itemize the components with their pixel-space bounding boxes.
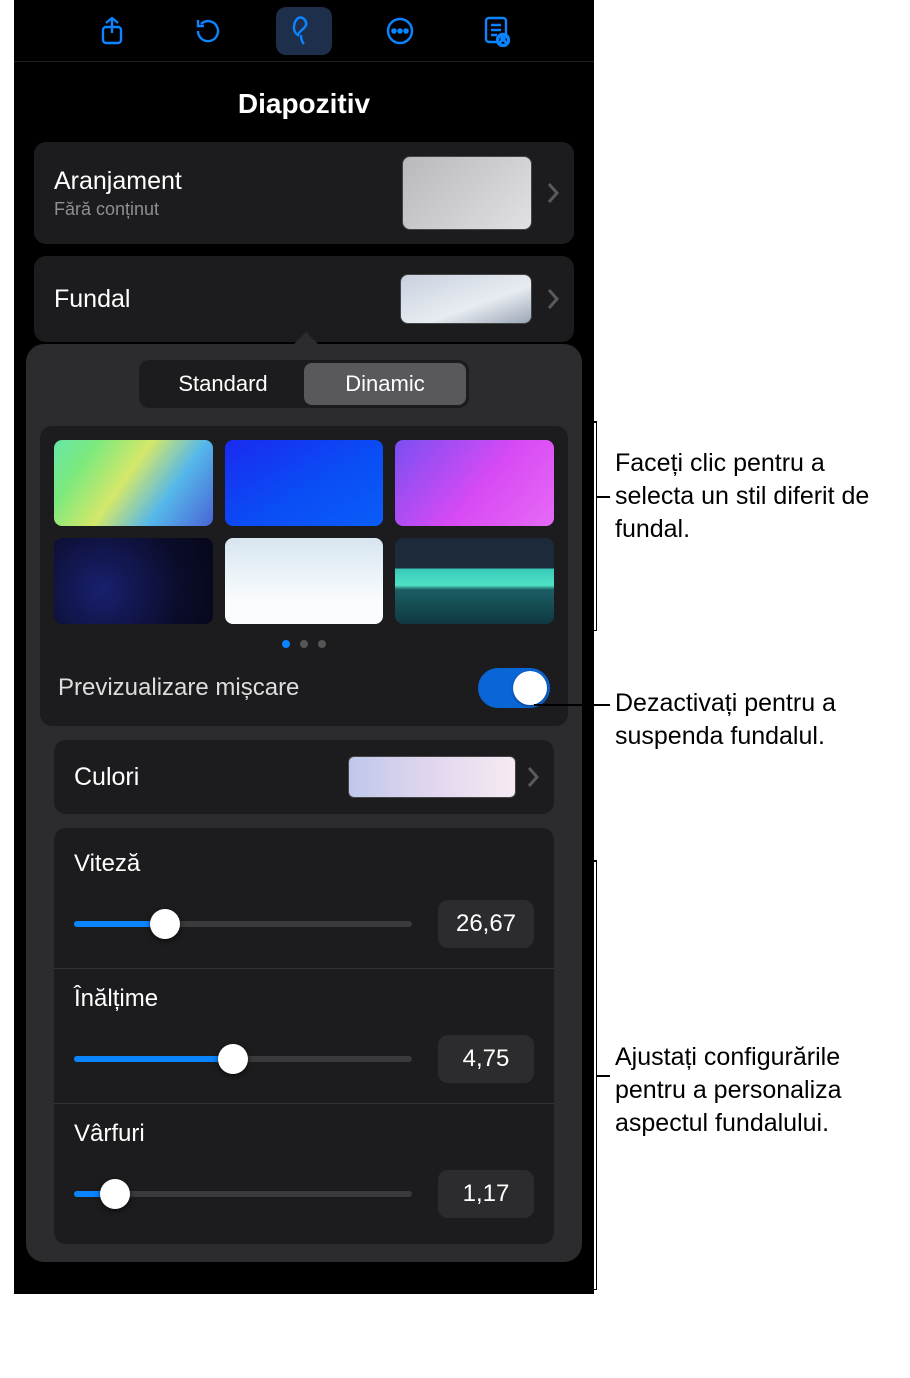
callout-lead	[534, 704, 610, 706]
speed-value[interactable]: 26,67	[438, 900, 534, 948]
callout-styles: Faceți clic pentru a selecta un stil dif…	[615, 447, 885, 546]
background-row[interactable]: Fundal	[34, 256, 574, 342]
bg-style-swatch[interactable]	[395, 440, 554, 526]
height-label: Înălțime	[74, 985, 534, 1013]
undo-button[interactable]	[180, 7, 236, 55]
segment-dynamic[interactable]: Dinamic	[304, 363, 466, 405]
colors-label: Culori	[74, 763, 348, 792]
presenter-notes-button[interactable]	[468, 7, 524, 55]
preview-motion-label: Previzualizare mișcare	[58, 674, 299, 702]
height-slider[interactable]	[74, 1056, 412, 1062]
callout-toggle: Dezactivați pentru a suspenda fundalul.	[615, 687, 905, 753]
arrangement-row[interactable]: Aranjament Fără conținut	[34, 142, 574, 244]
segment-standard[interactable]: Standard	[142, 363, 304, 405]
background-styles-grid	[54, 440, 554, 624]
speed-slider[interactable]	[74, 921, 412, 927]
inspector-panel: Diapozitiv Aranjament Fără conținut Fund…	[14, 0, 594, 1294]
background-label: Fundal	[54, 285, 400, 314]
callout-lead	[596, 1075, 610, 1077]
background-thumbnail	[400, 274, 532, 324]
page-dot[interactable]	[300, 640, 308, 648]
toolbar	[14, 0, 594, 62]
share-button[interactable]	[84, 7, 140, 55]
peaks-row: Vârfuri 1,17	[54, 1104, 554, 1238]
format-brush-button[interactable]	[276, 7, 332, 55]
bg-style-swatch[interactable]	[395, 538, 554, 624]
arrangement-sublabel: Fără conținut	[54, 199, 402, 220]
arrangement-thumbnail	[402, 156, 532, 230]
bg-style-swatch[interactable]	[225, 538, 384, 624]
preview-motion-toggle[interactable]	[478, 668, 550, 708]
chevron-right-icon	[526, 766, 540, 788]
callout-bracket	[596, 421, 597, 631]
peaks-value[interactable]: 1,17	[438, 1170, 534, 1218]
page-dots[interactable]	[54, 640, 554, 648]
callout-lead	[596, 496, 610, 498]
bg-style-swatch[interactable]	[225, 440, 384, 526]
colors-thumbnail	[348, 756, 516, 798]
page-dot[interactable]	[318, 640, 326, 648]
height-row: Înălțime 4,75	[54, 969, 554, 1104]
arrangement-label: Aranjament	[54, 167, 402, 196]
chevron-right-icon	[546, 182, 560, 204]
speed-label: Viteză	[74, 850, 534, 878]
bg-style-swatch[interactable]	[54, 440, 213, 526]
background-styles-card: Previzualizare mișcare	[40, 426, 568, 726]
peaks-slider[interactable]	[74, 1191, 412, 1197]
page-dot[interactable]	[282, 640, 290, 648]
height-value[interactable]: 4,75	[438, 1035, 534, 1083]
speed-row: Viteză 26,67	[54, 834, 554, 969]
sliders-card: Viteză 26,67 Înălțime 4,75	[54, 828, 554, 1244]
callout-sliders: Ajustați configurările pentru a personal…	[615, 1041, 905, 1140]
bg-style-swatch[interactable]	[54, 538, 213, 624]
page-title: Diapozitiv	[14, 62, 594, 142]
background-popup: Standard Dinamic Previzualizare mișcare	[26, 344, 582, 1262]
colors-row[interactable]: Culori	[54, 740, 554, 814]
chevron-right-icon	[546, 288, 560, 310]
peaks-label: Vârfuri	[74, 1120, 534, 1148]
style-segmented-control[interactable]: Standard Dinamic	[139, 360, 469, 408]
more-button[interactable]	[372, 7, 428, 55]
